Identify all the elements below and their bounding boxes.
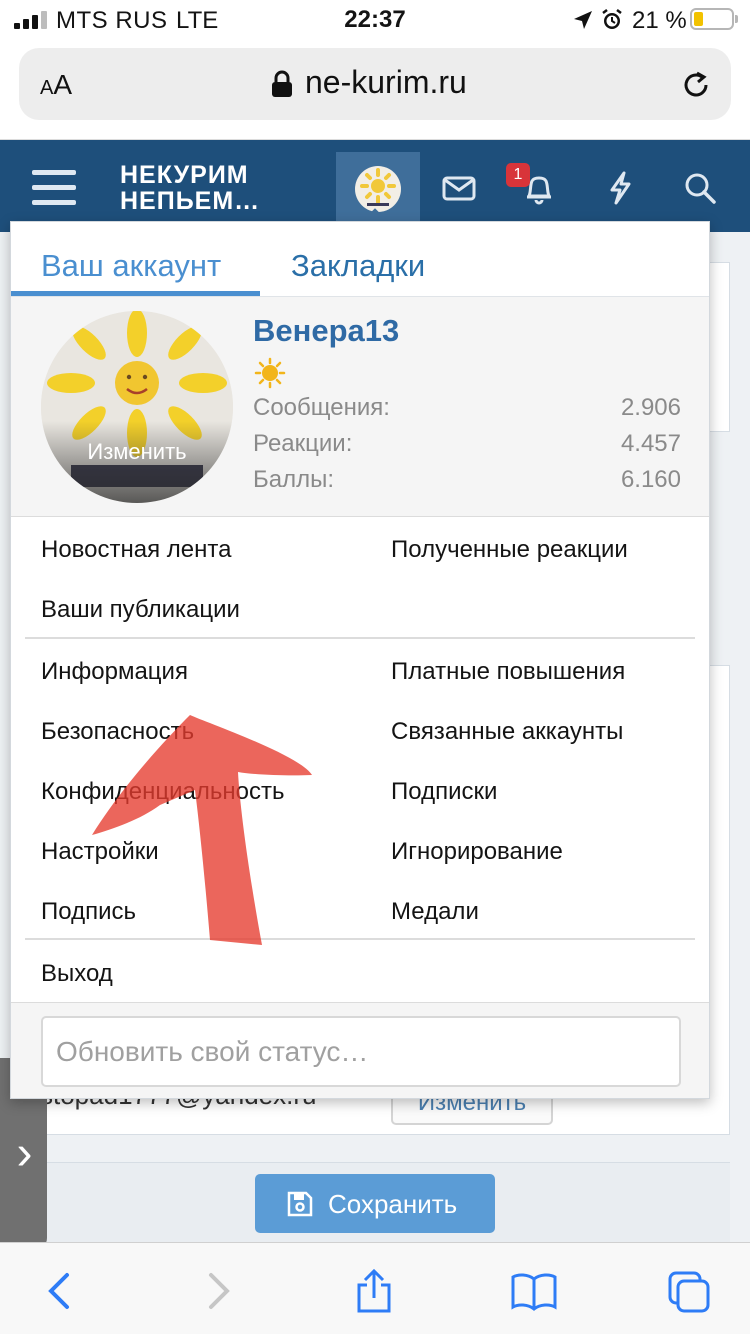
logo-line-2: НЕПЬЕМ… xyxy=(120,187,261,215)
stat-label-reactions: Реакции: xyxy=(253,430,353,457)
link-reactions-received[interactable]: Полученные реакции xyxy=(391,536,628,564)
link-paid-upgrades[interactable]: Платные повышения xyxy=(391,658,625,686)
account-menu-tabs: Ваш аккаунт Закладки xyxy=(11,222,709,297)
avatar-edit-label[interactable]: Изменить xyxy=(41,439,233,465)
link-privacy[interactable]: Конфиденциальность xyxy=(41,778,284,806)
status-input[interactable] xyxy=(41,1016,681,1087)
menu-divider xyxy=(25,637,695,639)
lock-icon xyxy=(272,70,292,97)
link-your-posts[interactable]: Ваши публикации xyxy=(41,596,240,624)
status-update-area xyxy=(11,1002,709,1098)
back-icon[interactable] xyxy=(40,1269,80,1313)
text-size-small-letter: A xyxy=(40,77,54,99)
save-button[interactable]: Сохранить xyxy=(255,1174,495,1233)
link-medals[interactable]: Медали xyxy=(391,898,479,926)
forward-icon[interactable] xyxy=(198,1269,238,1313)
search-icon[interactable] xyxy=(682,170,718,206)
link-signature[interactable]: Подпись xyxy=(41,898,136,926)
username[interactable]: Венера13 xyxy=(253,313,399,349)
link-connected-accounts[interactable]: Связанные аккаунты xyxy=(391,718,623,746)
avatar xyxy=(355,166,401,212)
share-icon[interactable] xyxy=(354,1269,394,1313)
tabs-icon[interactable] xyxy=(666,1269,712,1313)
floppy-disk-icon xyxy=(287,1191,313,1217)
status-bar: MTS RUS LTE 22:37 21 % xyxy=(0,0,750,40)
text-size-large-letter: A xyxy=(53,69,73,100)
link-settings[interactable]: Настройки xyxy=(41,838,159,866)
save-button-label: Сохранить xyxy=(328,1189,458,1219)
battery-icon xyxy=(690,8,738,30)
link-subscriptions[interactable]: Подписки xyxy=(391,778,497,806)
text-size-button[interactable]: AA xyxy=(40,69,72,101)
link-news-feed[interactable]: Новостная лента xyxy=(41,536,231,564)
active-tab-indicator xyxy=(11,291,260,296)
link-information[interactable]: Информация xyxy=(41,658,188,686)
tab-your-account[interactable]: Ваш аккаунт xyxy=(41,248,221,284)
menu-icon[interactable] xyxy=(32,170,76,206)
bookmarks-icon[interactable] xyxy=(510,1269,558,1313)
stat-value-reactions: 4.457 xyxy=(620,430,681,457)
alarm-icon xyxy=(602,9,622,29)
stat-value-points: 6.160 xyxy=(620,466,681,493)
tab-bookmarks[interactable]: Закладки xyxy=(291,248,425,284)
link-ignoring[interactable]: Игнорирование xyxy=(391,838,563,866)
stat-value-messages: 2.906 xyxy=(620,394,681,421)
browser-toolbar xyxy=(0,1242,750,1334)
logo-line-1: НЕКУРИМ xyxy=(120,161,249,189)
profile-summary: Изменить Венера13 Сообщения: 2.906 Реакц… xyxy=(11,297,709,517)
site-logo[interactable]: НЕКУРИМ НЕПЬЕМ… xyxy=(120,162,260,214)
sun-icon xyxy=(254,357,286,389)
stat-label-points: Баллы: xyxy=(253,466,335,493)
url-text[interactable]: ne-kurim.ru xyxy=(305,64,467,101)
lightning-icon[interactable] xyxy=(602,170,638,206)
link-logout[interactable]: Выход xyxy=(41,960,113,988)
account-menu: Ваш аккаунт Закладки Изменить Венера13 С… xyxy=(10,221,710,1099)
reload-icon[interactable] xyxy=(681,70,711,100)
menu-divider xyxy=(25,938,695,940)
browser-address-area: AA ne-kurim.ru xyxy=(0,40,750,140)
envelope-icon[interactable] xyxy=(441,170,477,206)
location-icon xyxy=(574,11,592,29)
profile-avatar[interactable]: Изменить xyxy=(41,311,233,503)
battery-percentage: 21 % xyxy=(632,7,687,34)
address-bar[interactable]: AA ne-kurim.ru xyxy=(19,48,731,120)
stat-label-messages: Сообщения: xyxy=(253,394,390,421)
link-security[interactable]: Безопасность xyxy=(41,718,194,746)
notification-badge: 1 xyxy=(506,163,530,187)
